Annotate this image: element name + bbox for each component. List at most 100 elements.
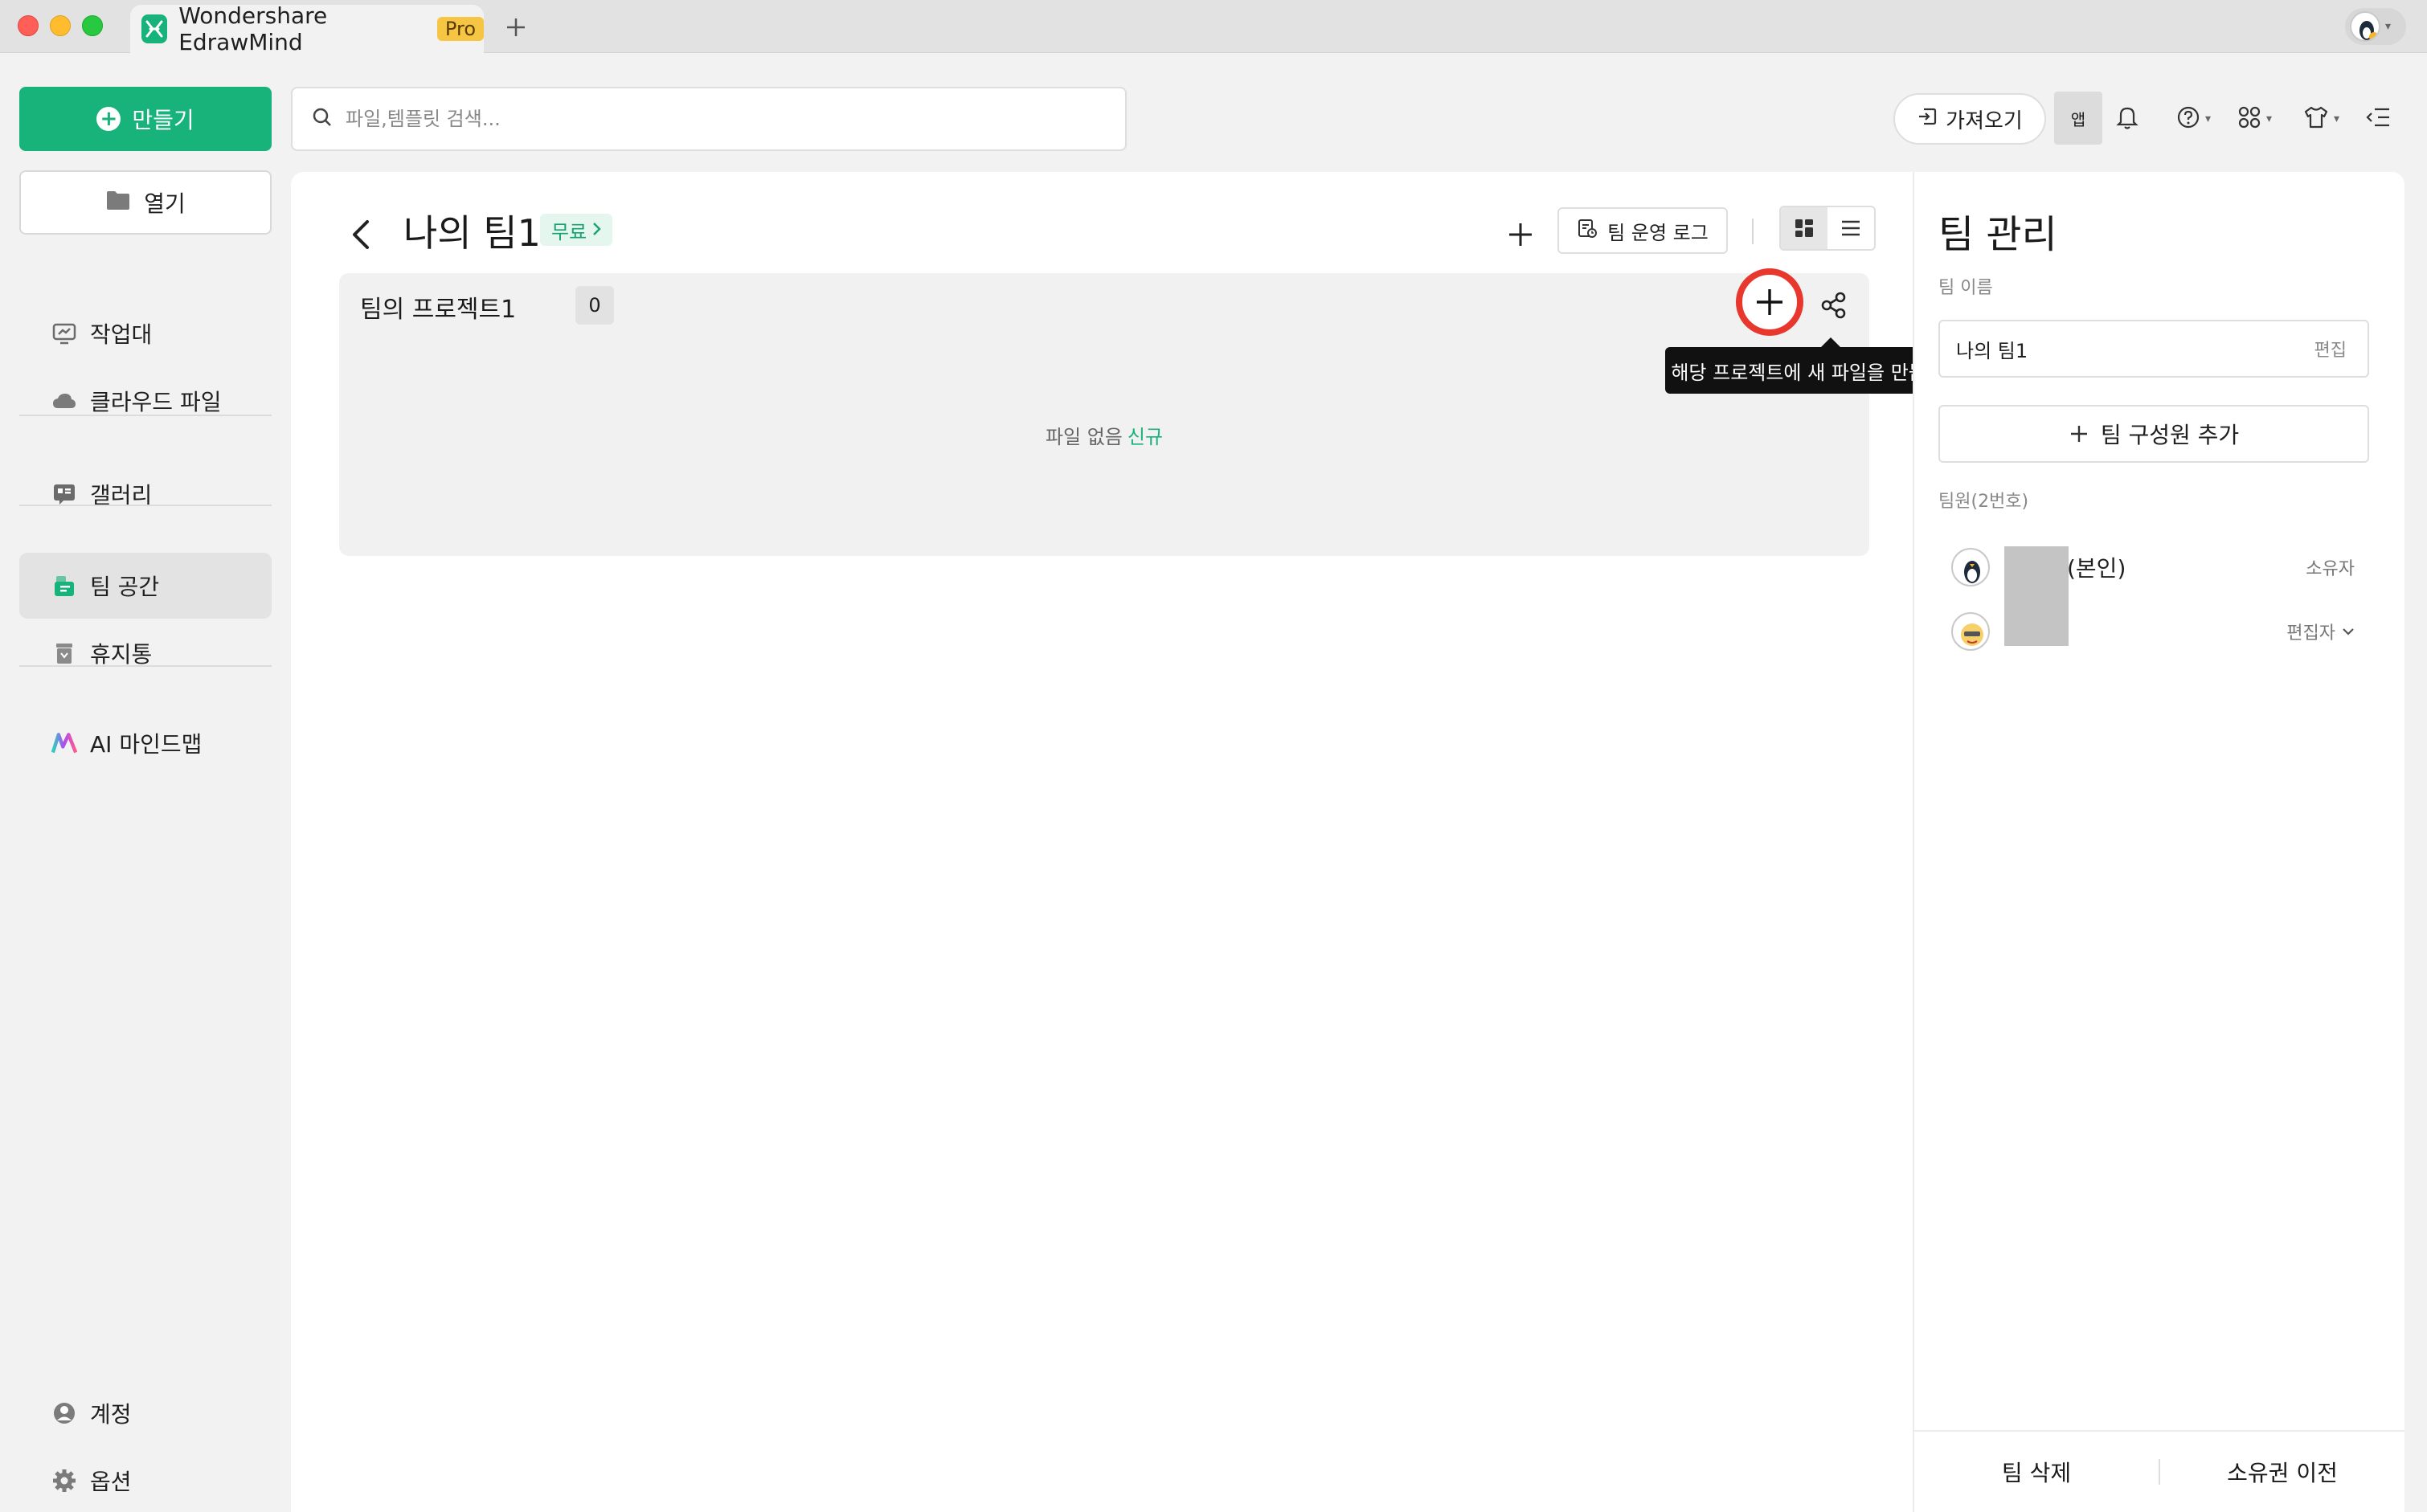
- sidebar-item-trash[interactable]: 휴지통: [19, 620, 272, 686]
- search-input[interactable]: [346, 108, 1069, 130]
- import-button[interactable]: 가져오기: [1893, 93, 2046, 145]
- sidebar-divider: [19, 415, 272, 416]
- sidebar-item-team-space[interactable]: 팀 공간: [19, 553, 272, 619]
- title-bar: Wondershare EdrawMind Pro ▾: [0, 0, 2427, 55]
- new-file-in-project-button[interactable]: [1736, 268, 1803, 336]
- plus-icon: [1757, 289, 1782, 315]
- plus-circle-icon: +: [96, 107, 121, 131]
- sidebar-item-label: AI 마인드맵: [90, 731, 203, 758]
- member-row: (본인) 소유자: [1938, 538, 2369, 595]
- members-label: 팀원(2번호): [1938, 492, 2029, 512]
- chevron-down-icon: [2343, 628, 2354, 635]
- window-maximize-button[interactable]: [82, 15, 103, 36]
- search-icon: [312, 107, 333, 131]
- workspace-icon: [51, 321, 77, 346]
- team-name-field: 나의 팀1 편집: [1938, 320, 2369, 378]
- plus-icon: [2070, 426, 2087, 442]
- window-close-button[interactable]: [18, 15, 39, 36]
- shirt-icon: [2303, 105, 2329, 133]
- import-label: 가져오기: [1946, 108, 2023, 133]
- collapse-panel-button[interactable]: [2364, 100, 2392, 138]
- chevron-down-icon: ▾: [2385, 20, 2392, 33]
- toolbar-divider: [1752, 219, 1754, 244]
- app-tab[interactable]: Wondershare EdrawMind Pro: [130, 2, 484, 55]
- theme-button[interactable]: ▾: [2303, 100, 2339, 138]
- delete-team-button[interactable]: 팀 삭제: [1914, 1456, 2159, 1488]
- avatar: [1951, 612, 1990, 651]
- list-view-icon: [1842, 220, 1860, 236]
- sidebar-item-label: 작업대: [90, 321, 153, 348]
- apps-grid-icon: [2237, 105, 2261, 133]
- chevron-down-icon: ▾: [2205, 112, 2212, 125]
- apps-grid-button[interactable]: ▾: [2237, 100, 2272, 138]
- sidebar-item-gallery[interactable]: 갤러리: [19, 461, 272, 527]
- gallery-icon: [51, 481, 77, 507]
- member-role-dropdown[interactable]: 편집자: [2286, 619, 2355, 644]
- grid-view-button[interactable]: [1781, 207, 1827, 249]
- empty-state: 파일 없음 신규: [339, 421, 1869, 449]
- back-button[interactable]: [342, 209, 381, 260]
- team-space-icon: [51, 573, 77, 599]
- ai-mindmap-icon: [51, 730, 77, 756]
- app-label: 앱: [2070, 109, 2086, 129]
- team-name-value: 나의 팀1: [1956, 339, 2028, 362]
- gear-icon: [51, 1468, 77, 1494]
- avatar: [1951, 548, 1990, 586]
- team-log-label: 팀 운영 로그: [1607, 221, 1709, 244]
- member-row: 편집자: [1938, 603, 2369, 659]
- sidebar-item-label: 클라우드 파일: [90, 389, 222, 415]
- app-button[interactable]: 앱: [2054, 92, 2102, 145]
- project-card[interactable]: 팀의 프로젝트1 0 해당 프로젝트에 새 파일을 만듭니다. 파일 없음 신규: [339, 268, 1974, 556]
- sidebar-item-label: 계정: [90, 1401, 132, 1428]
- sidebar: + 만들기 열기 작업대 클라우드 파일 갤러리 팀 공간 휴지통 AI 마인드…: [0, 53, 291, 1512]
- trash-icon: [51, 640, 77, 666]
- sidebar-divider: [19, 665, 272, 667]
- plan-badge[interactable]: 무료: [540, 214, 613, 246]
- sidebar-item-label: 휴지통: [90, 641, 153, 668]
- project-name: 팀의 프로젝트1: [360, 296, 517, 324]
- team-log-button[interactable]: 팀 운영 로그: [1557, 207, 1728, 254]
- folder-icon: [105, 189, 131, 217]
- empty-text: 파일 없음: [1045, 426, 1123, 448]
- transfer-ownership-button[interactable]: 소유권 이전: [2160, 1456, 2404, 1488]
- share-project-button[interactable]: [1815, 286, 1853, 325]
- open-button[interactable]: 열기: [19, 170, 272, 235]
- project-file-count: 0: [575, 286, 614, 325]
- sidebar-item-cloud-files[interactable]: 클라우드 파일: [19, 368, 272, 434]
- add-member-button[interactable]: 팀 구성원 추가: [1938, 405, 2369, 463]
- edit-team-name-button[interactable]: 편집: [2314, 336, 2347, 362]
- search-box[interactable]: [291, 87, 1127, 151]
- window-minimize-button[interactable]: [50, 15, 71, 36]
- pro-badge: Pro: [436, 17, 484, 41]
- help-icon: [2176, 105, 2200, 133]
- bell-icon: [2115, 104, 2139, 133]
- sidebar-item-workspace[interactable]: 작업대: [19, 300, 272, 366]
- cloud-icon: [51, 388, 77, 414]
- grid-view-icon: [1795, 219, 1813, 237]
- new-file-link[interactable]: 신규: [1128, 426, 1163, 448]
- sidebar-divider: [19, 505, 272, 506]
- sidebar-item-account[interactable]: 계정: [19, 1380, 272, 1446]
- user-avatar-menu[interactable]: ▾: [2345, 8, 2406, 45]
- sidebar-item-options[interactable]: 옵션: [19, 1448, 272, 1512]
- sidebar-item-ai-mindmap[interactable]: AI 마인드맵: [19, 710, 272, 776]
- member-name: (본인): [2067, 555, 2126, 582]
- help-button[interactable]: ▾: [2176, 100, 2211, 138]
- panel-footer: 팀 삭제 소유권 이전: [1914, 1430, 2404, 1512]
- share-icon: [1821, 292, 1846, 319]
- team-management-panel: 팀 관리 팀 이름 나의 팀1 편집 팀 구성원 추가 팀원(2번호) (본인)…: [1913, 172, 2404, 1512]
- create-label: 만들기: [132, 107, 194, 133]
- add-member-label: 팀 구성원 추가: [2100, 422, 2240, 448]
- redacted-member-names: [2004, 546, 2069, 646]
- member-role: 소유자: [2306, 559, 2355, 579]
- notification-button[interactable]: [2115, 100, 2139, 138]
- panel-title: 팀 관리: [1938, 212, 2057, 257]
- sidebar-item-label: 팀 공간: [90, 574, 160, 600]
- log-icon: [1577, 218, 1598, 243]
- add-project-button[interactable]: [1496, 209, 1545, 260]
- new-tab-button[interactable]: [500, 11, 532, 43]
- list-view-button[interactable]: [1827, 207, 1874, 249]
- open-label: 열기: [144, 190, 186, 217]
- view-toggle: [1779, 206, 1876, 251]
- create-button[interactable]: + 만들기: [19, 87, 272, 151]
